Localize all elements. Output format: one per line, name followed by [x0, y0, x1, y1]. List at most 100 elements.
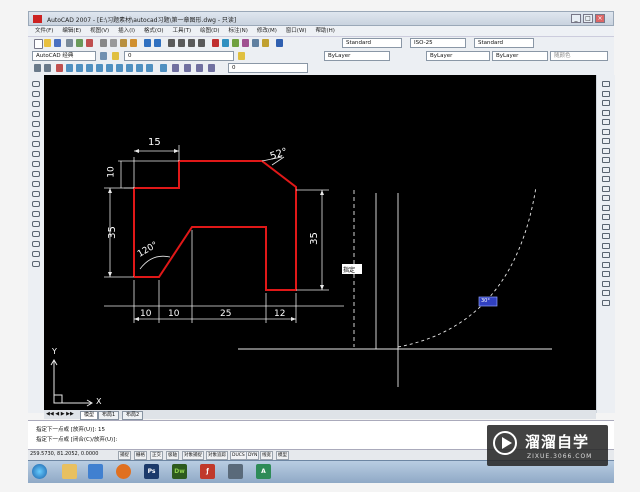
- snap-toggle[interactable]: 捕捉: [118, 451, 131, 460]
- osnap-midpoint-icon[interactable]: [76, 64, 83, 72]
- circle-icon[interactable]: [32, 141, 40, 147]
- break-at-point-icon[interactable]: [602, 185, 610, 192]
- flash-icon[interactable]: ƒ: [200, 464, 215, 479]
- rectangle-icon[interactable]: [32, 121, 40, 127]
- osnap-center-icon[interactable]: [96, 64, 103, 72]
- polyline-icon[interactable]: [32, 101, 40, 107]
- polygon-icon[interactable]: [32, 111, 40, 117]
- point-icon[interactable]: [32, 211, 40, 217]
- otrack-toggle[interactable]: 对象追踪: [206, 451, 228, 460]
- snap-icon[interactable]: [56, 64, 63, 72]
- tab-layout2[interactable]: 布局2: [122, 411, 144, 420]
- osnap-quadrant-icon[interactable]: [106, 64, 113, 72]
- layer-manager-icon[interactable]: [112, 52, 119, 60]
- table-icon[interactable]: [32, 251, 40, 257]
- menu-window[interactable]: 窗口(W): [286, 26, 307, 36]
- ucs-view-icon[interactable]: [208, 64, 215, 72]
- dim-style-select[interactable]: ISO-25: [410, 38, 466, 48]
- ellipse-icon[interactable]: [32, 171, 40, 177]
- color-select[interactable]: ByLayer: [324, 51, 390, 61]
- firefox-icon[interactable]: [116, 464, 131, 479]
- move-icon[interactable]: [602, 128, 610, 135]
- minimize-button[interactable]: _: [571, 14, 581, 23]
- array-icon[interactable]: [602, 119, 610, 125]
- pan-icon[interactable]: [168, 39, 175, 47]
- explode-icon[interactable]: [602, 233, 610, 239]
- join-icon[interactable]: [602, 204, 610, 211]
- arc-icon[interactable]: [32, 131, 40, 137]
- gradient-icon[interactable]: [32, 231, 40, 237]
- revision-cloud-icon[interactable]: [32, 151, 40, 157]
- menu-insert[interactable]: 插入(I): [118, 26, 135, 36]
- lineweight-select[interactable]: ByLayer: [492, 51, 548, 61]
- model-toggle[interactable]: 模型: [276, 451, 289, 460]
- redo-icon[interactable]: [154, 39, 161, 47]
- linetype-select[interactable]: ByLayer: [426, 51, 490, 61]
- layer-quick-select[interactable]: 0: [228, 63, 308, 73]
- workspace-select[interactable]: AutoCAD 经典: [32, 51, 96, 61]
- plotstyle-select[interactable]: 随颜色: [550, 51, 608, 61]
- construction-line-icon[interactable]: [32, 91, 40, 97]
- rotate-icon[interactable]: [602, 138, 610, 144]
- layer-states-icon[interactable]: [44, 64, 51, 72]
- close-button[interactable]: ×: [595, 14, 605, 23]
- line-icon[interactable]: [32, 81, 40, 87]
- workspace-settings-icon[interactable]: [100, 52, 107, 60]
- insert-block-icon[interactable]: [32, 191, 40, 197]
- cut-icon[interactable]: [100, 39, 107, 47]
- offset-icon[interactable]: [602, 109, 610, 116]
- ucs-world-icon[interactable]: [184, 64, 191, 72]
- leader-icon[interactable]: [602, 280, 610, 287]
- save-icon[interactable]: [54, 39, 61, 47]
- preview-icon[interactable]: [76, 39, 83, 47]
- ucs-icon[interactable]: [172, 64, 179, 72]
- hatch-icon[interactable]: [32, 221, 40, 227]
- photoshop-icon[interactable]: Ps: [144, 464, 159, 479]
- drawing-canvas[interactable]: 15 10 35 35 52° 120° 10 10 25 12 指定 30° …: [44, 75, 596, 410]
- maximize-button[interactable]: □: [583, 14, 593, 23]
- menu-file[interactable]: 文件(F): [35, 26, 53, 36]
- zoom-window-icon[interactable]: [188, 39, 195, 47]
- table-style-select[interactable]: Standard: [474, 38, 534, 48]
- ellipse-arc-icon[interactable]: [32, 181, 40, 187]
- media-player-icon[interactable]: [88, 464, 103, 479]
- osnap-intersection-icon[interactable]: [86, 64, 93, 72]
- tolerance-icon[interactable]: [602, 290, 610, 296]
- dim-edit-icon[interactable]: [602, 299, 610, 306]
- autocad-window-icon[interactable]: [228, 464, 243, 479]
- zoom-previous-icon[interactable]: [198, 39, 205, 47]
- stretch-icon[interactable]: [602, 157, 610, 163]
- osnap-settings-icon[interactable]: [160, 64, 167, 72]
- help-icon[interactable]: [276, 39, 283, 47]
- osnap-nearest-icon[interactable]: [136, 64, 143, 72]
- sheet-set-icon[interactable]: [242, 39, 249, 47]
- menu-view[interactable]: 视图(V): [90, 26, 109, 36]
- menu-tools[interactable]: 工具(T): [172, 26, 191, 36]
- quickcalc-icon[interactable]: [262, 39, 269, 47]
- osnap-toggle[interactable]: 对象捕捉: [182, 451, 204, 460]
- dreamweaver-icon[interactable]: Dw: [172, 464, 187, 479]
- mirror-icon[interactable]: [602, 100, 610, 106]
- menu-draw[interactable]: 绘图(D): [200, 26, 220, 36]
- explorer-icon[interactable]: [62, 464, 77, 479]
- print-icon[interactable]: [66, 39, 73, 47]
- copy-icon[interactable]: [110, 39, 117, 47]
- undo-icon[interactable]: [144, 39, 151, 47]
- menu-help[interactable]: 帮助(H): [315, 26, 334, 36]
- menu-modify[interactable]: 修改(M): [257, 26, 277, 36]
- open-icon[interactable]: [44, 39, 51, 47]
- dim-linear-icon[interactable]: [602, 242, 610, 249]
- dyn-toggle[interactable]: DYN: [246, 451, 260, 460]
- menu-format[interactable]: 格式(O): [144, 26, 164, 36]
- extend-icon[interactable]: [602, 176, 610, 182]
- grid-toggle[interactable]: 栅格: [134, 451, 147, 460]
- dim-radius-icon[interactable]: [602, 261, 610, 268]
- region-icon[interactable]: [32, 241, 40, 247]
- lineweight-toggle[interactable]: 线宽: [260, 451, 273, 460]
- chamfer-icon[interactable]: [602, 214, 610, 220]
- paste-icon[interactable]: [120, 39, 127, 47]
- ortho-toggle[interactable]: 正交: [150, 451, 163, 460]
- dim-aligned-icon[interactable]: [602, 252, 610, 258]
- autocad-2007-icon[interactable]: A: [256, 464, 271, 479]
- menu-edit[interactable]: 编辑(E): [62, 26, 81, 36]
